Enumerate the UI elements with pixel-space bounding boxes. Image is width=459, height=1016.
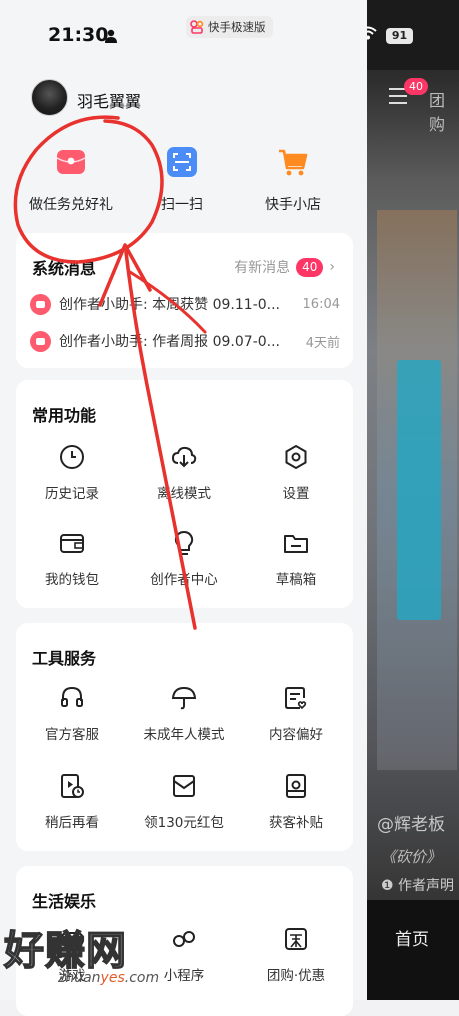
grid-label: 内容偏好 [269, 727, 323, 743]
watch-later-button[interactable]: 稍后再看 [16, 773, 128, 831]
subsidy-icon [286, 774, 306, 798]
grid-label: 获客补贴 [269, 815, 323, 831]
background-video-panel[interactable]: 91 40 团购 @辉老板 《砍价》 ❶ 作者声明 首页 [367, 0, 459, 1000]
task-rewards-shortcut[interactable]: 做任务兑好礼 [16, 146, 126, 214]
creator-assistant-icon [30, 293, 51, 315]
grid-label: 历史记录 [45, 486, 99, 502]
drafts-button[interactable]: 草稿箱 [240, 530, 352, 588]
common-functions-card: 常用功能 历史记录 离线模式 设置 我的钱包 创作者中心 草稿箱 [16, 380, 353, 608]
tab-home[interactable]: 首页 [395, 925, 429, 950]
wallet-button[interactable]: 我的钱包 [16, 530, 128, 588]
grid-label: 我的钱包 [45, 572, 99, 588]
watermark-url-prefix: zhuan [58, 970, 101, 986]
offline-mode-button[interactable]: 离线模式 [128, 444, 240, 502]
grid-label: 未成年人模式 [143, 727, 225, 743]
red-packet-130-button[interactable]: 领130元红包 [128, 773, 240, 831]
cloud-download-icon [171, 446, 197, 468]
content-preference-button[interactable]: 内容偏好 [240, 685, 352, 743]
watermark-url: zhuanyes.com [58, 970, 159, 986]
app-pill-label: 快手极速版 [208, 20, 266, 34]
bottom-nav [367, 900, 459, 1000]
watermark-brand: 好赚网 [3, 927, 127, 975]
video-author-handle[interactable]: @辉老板 [377, 810, 445, 835]
watch-later-icon [61, 774, 84, 798]
grid-label: 设置 [282, 486, 310, 502]
red-packet-icon [56, 150, 86, 174]
shortcut-label: 做任务兑好礼 [29, 197, 113, 213]
tools-title: 工具服务 [32, 649, 97, 668]
video-frame-object [397, 360, 441, 620]
message-text: 创作者小助手: 本周获赞 09.11-0... [59, 297, 281, 313]
red-envelope-icon [173, 775, 195, 797]
grid-label: 离线模式 [157, 486, 211, 502]
folder-icon [284, 535, 308, 553]
life-title: 生活娱乐 [32, 892, 97, 911]
shortcut-label: 扫一扫 [161, 197, 203, 213]
right-status-area: 91 [367, 0, 459, 70]
wallet-icon [60, 534, 84, 553]
creator-center-button[interactable]: 创作者中心 [128, 530, 240, 588]
grid-label: 创作者中心 [150, 572, 218, 588]
message-row[interactable]: 创作者小助手: 本周获赞 09.11-0... 16:04 [30, 292, 340, 316]
wifi-icon [367, 26, 377, 40]
grid-label: 官方客服 [45, 727, 99, 743]
chevron-right-icon: › [329, 259, 335, 275]
tab-group-buy[interactable]: 团购 [429, 87, 459, 135]
person-icon [105, 29, 117, 43]
history-button[interactable]: 历史记录 [16, 444, 128, 502]
grid-label: 草稿箱 [275, 572, 317, 588]
menu-badge: 40 [404, 78, 428, 95]
scan-shortcut[interactable]: 扫一扫 [127, 146, 237, 214]
video-song-title: 《砍价》 [381, 848, 442, 866]
new-messages-label: 有新消息 [234, 260, 291, 276]
message-time: 4天前 [305, 335, 340, 351]
preference-icon [285, 687, 307, 710]
minor-mode-button[interactable]: 未成年人模式 [128, 685, 240, 743]
status-time: 21:30 [48, 24, 109, 46]
battery-indicator: 91 [386, 28, 413, 44]
message-row[interactable]: 创作者小助手: 作者周报 09.07-0... 4天前 [30, 329, 340, 353]
settings-button[interactable]: 设置 [240, 444, 352, 502]
status-bar: 21:30 快手极速版 [0, 0, 367, 70]
message-text: 创作者小助手: 作者周报 09.07-0... [59, 334, 281, 350]
system-messages-card: 系统消息 有新消息 40 › 创作者小助手: 本周获赞 09.11-0... 1… [16, 233, 353, 368]
new-messages-link[interactable]: 有新消息 40 › [234, 257, 335, 277]
clock-icon [60, 445, 84, 469]
author-note: ❶ 作者声明 [381, 878, 455, 894]
watermark-url-suffix: .com [124, 970, 160, 986]
creator-assistant-icon [30, 330, 51, 352]
common-title: 常用功能 [32, 406, 97, 425]
shortcut-label: 快手小店 [265, 197, 321, 213]
watermark-url-mid: yes [100, 970, 125, 986]
messages-title: 系统消息 [32, 259, 97, 278]
headset-icon [61, 686, 83, 707]
watermark: 好赚网 zhuanyes.com [0, 912, 367, 1000]
customer-subsidy-button[interactable]: 获客补贴 [240, 773, 352, 831]
lightbulb-icon [174, 530, 194, 555]
avatar[interactable] [31, 79, 68, 116]
kuaishou-logo-icon [190, 20, 204, 34]
customer-service-button[interactable]: 官方客服 [16, 685, 128, 743]
umbrella-icon [171, 686, 197, 710]
shopping-cart-icon [279, 149, 308, 176]
scan-icon [167, 147, 197, 177]
profile-username[interactable]: 羽毛翼翼 [77, 88, 141, 112]
tools-card: 工具服务 官方客服 未成年人模式 内容偏好 稍后再看 领130元红包 获客补贴 [16, 623, 353, 851]
grid-label: 稍后再看 [45, 815, 99, 831]
grid-label: 领130元红包 [144, 815, 224, 831]
message-time: 16:04 [302, 296, 340, 312]
kuaishou-shop-shortcut[interactable]: 快手小店 [238, 146, 348, 214]
side-drawer: 21:30 快手极速版 羽毛翼翼 做任务兑好礼 扫一扫 快手小店 系统消息 有新… [0, 0, 367, 1016]
settings-icon [285, 444, 307, 470]
author-note-text: 作者声明 [398, 878, 455, 894]
app-switch-pill[interactable]: 快手极速版 [186, 16, 273, 38]
messages-badge: 40 [296, 257, 324, 277]
